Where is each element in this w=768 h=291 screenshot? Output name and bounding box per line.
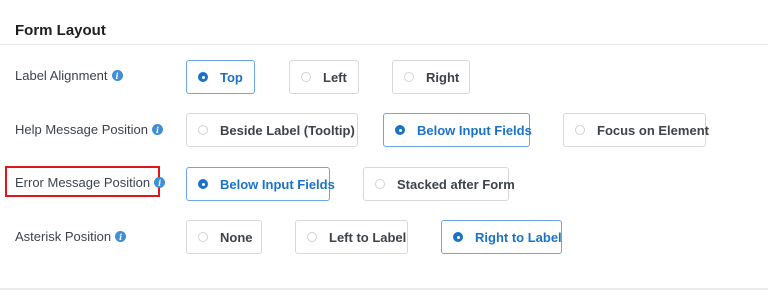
error-message-option-stacked[interactable]: Stacked after Form (363, 167, 515, 201)
form-layout-panel: Form Layout Label Alignment i Top Left R… (0, 0, 768, 291)
error-message-position-label: Error Message Position (15, 175, 151, 190)
radio-icon (453, 232, 463, 242)
asterisk-position-label: Asterisk Position (15, 229, 112, 244)
asterisk-position-row-label: Asterisk Position i (15, 229, 127, 244)
help-message-position-row-label: Help Message Position i (15, 122, 163, 137)
radio-icon (198, 232, 208, 242)
label-alignment-option-right[interactable]: Right (392, 60, 470, 94)
error-message-option-below-input[interactable]: Below Input Fields (186, 167, 335, 201)
info-icon[interactable]: i (154, 177, 166, 188)
label-alignment-option-left[interactable]: Left (289, 60, 359, 94)
radio-icon (198, 72, 208, 82)
help-message-option-beside-label[interactable]: Beside Label (Tooltip) (186, 113, 358, 147)
label-alignment-label: Label Alignment (15, 68, 108, 83)
option-label: Right to Label (475, 229, 562, 245)
label-alignment-row-label: Label Alignment i (15, 68, 123, 83)
radio-icon (404, 72, 414, 82)
help-message-option-below-input[interactable]: Below Input Fields (383, 113, 532, 147)
radio-icon (575, 125, 585, 135)
option-label: None (220, 229, 253, 245)
asterisk-option-right-to-label[interactable]: Right to Label (441, 220, 562, 254)
radio-icon (307, 232, 317, 242)
info-icon[interactable]: i (111, 70, 123, 81)
error-message-position-row-label: Error Message Position i (15, 175, 166, 190)
radio-icon (198, 125, 208, 135)
option-label: Top (220, 69, 243, 85)
radio-icon (198, 179, 208, 189)
option-label: Left to Label (329, 229, 407, 245)
option-label: Left (323, 69, 347, 85)
radio-icon (375, 179, 385, 189)
option-label: Focus on Element (597, 122, 709, 138)
label-alignment-option-top[interactable]: Top (186, 60, 255, 94)
help-message-option-focus[interactable]: Focus on Element (563, 113, 709, 147)
section-divider (0, 44, 768, 45)
info-icon[interactable]: i (151, 124, 163, 135)
option-label: Right (426, 69, 460, 85)
option-label: Beside Label (Tooltip) (220, 122, 355, 138)
option-label: Below Input Fields (417, 122, 532, 138)
asterisk-option-none[interactable]: None (186, 220, 262, 254)
info-icon[interactable]: i (115, 231, 127, 242)
asterisk-option-left-to-label[interactable]: Left to Label (295, 220, 408, 254)
radio-icon (301, 72, 311, 82)
radio-icon (395, 125, 405, 135)
option-label: Stacked after Form (397, 176, 515, 192)
bottom-divider (0, 288, 768, 290)
help-message-position-label: Help Message Position (15, 122, 148, 137)
section-title: Form Layout (15, 22, 106, 39)
option-label: Below Input Fields (220, 176, 335, 192)
